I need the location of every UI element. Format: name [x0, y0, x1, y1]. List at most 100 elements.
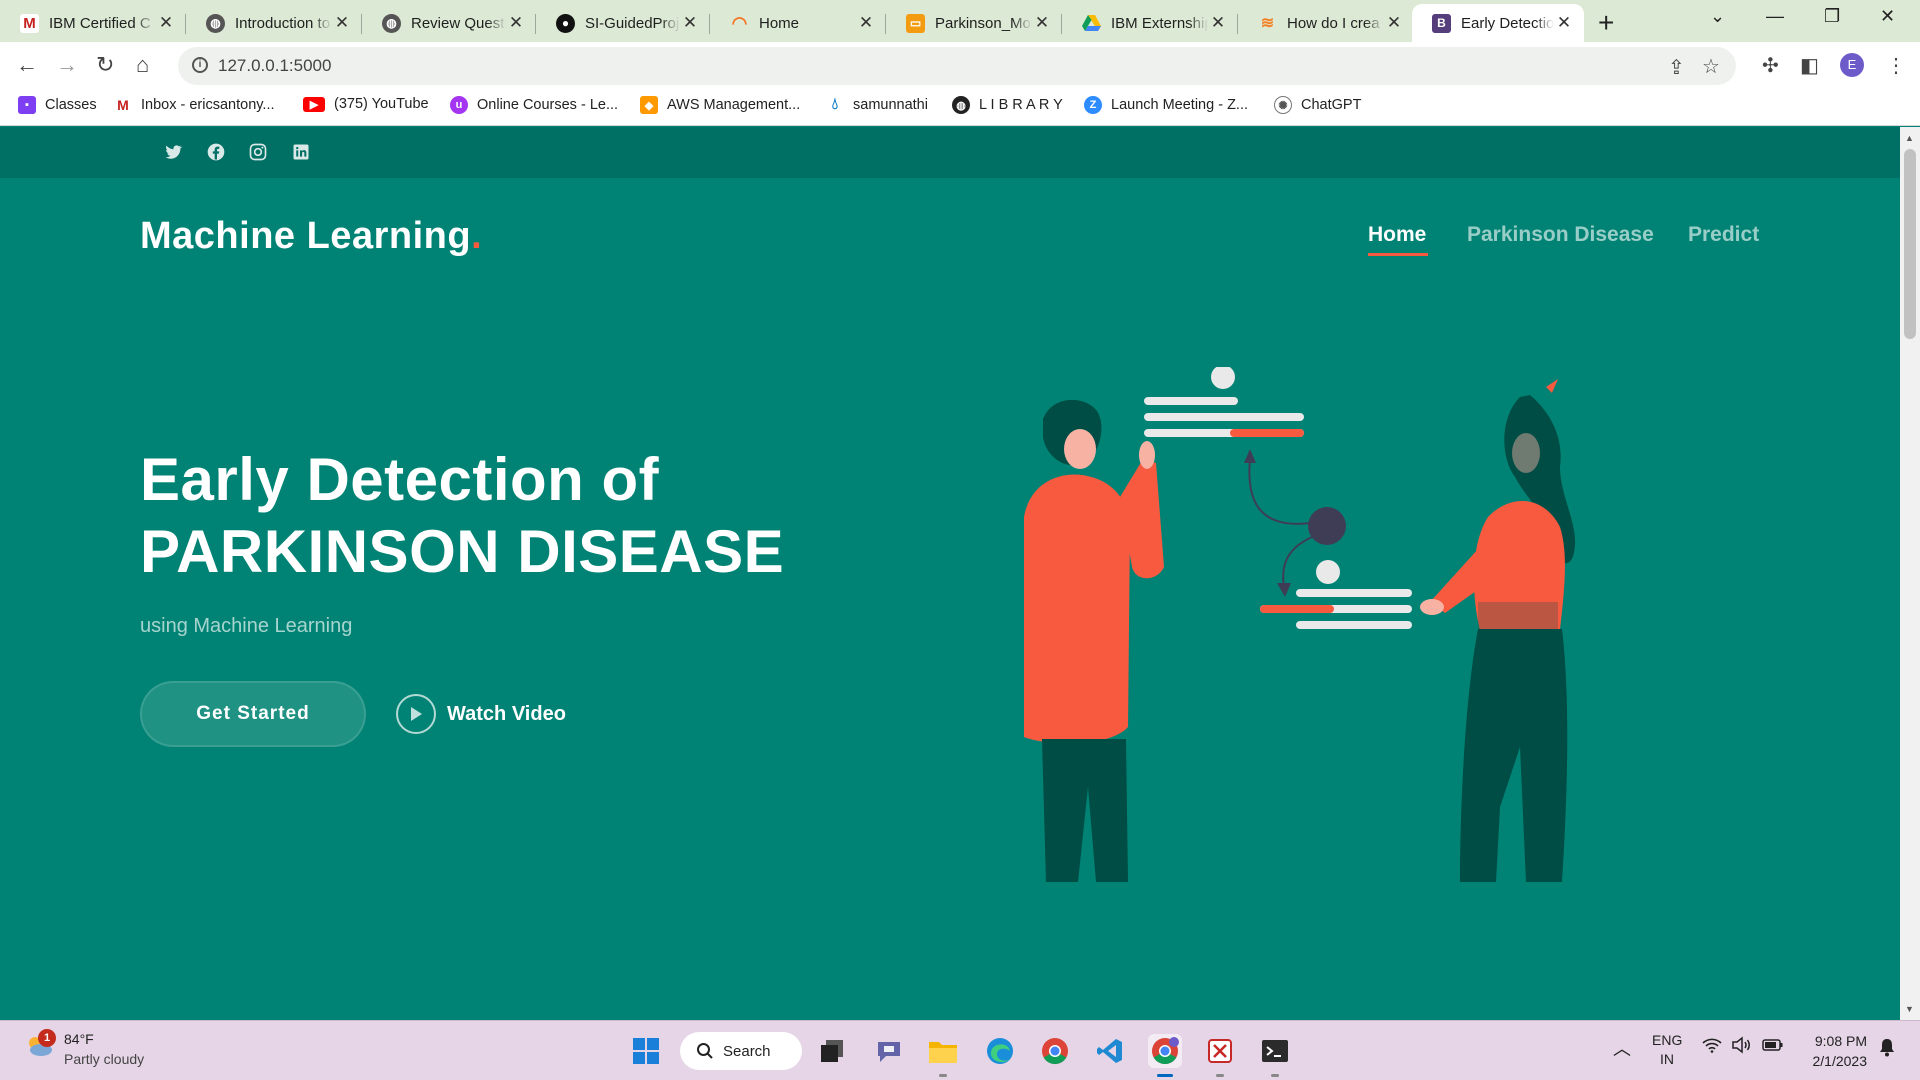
close-icon[interactable]: ✕: [1384, 13, 1404, 33]
tab-introduction[interactable]: ◍ Introduction to ✕: [186, 4, 362, 42]
tab-title: Home: [759, 14, 800, 32]
jupyter-icon: ◠: [731, 12, 748, 33]
site-logo[interactable]: Machine Learning.: [140, 215, 482, 258]
extensions-icon[interactable]: ✣: [1762, 53, 1779, 78]
wifi-icon[interactable]: [1702, 1037, 1722, 1056]
bookmark-star-icon[interactable]: ☆: [1702, 54, 1720, 79]
tab-strip: M IBM Certified C ✕ ◍ Introduction to ✕ …: [0, 0, 1920, 42]
bookmark-library[interactable]: ◍ L I B R A R Y: [952, 96, 1063, 114]
share-icon[interactable]: ⇪: [1668, 55, 1685, 80]
tab-how-do-i-create[interactable]: ≋ How do I crea ✕: [1238, 4, 1414, 42]
bookmark-chatgpt[interactable]: ✺ ChatGPT: [1274, 96, 1361, 114]
start-icon[interactable]: [629, 1034, 663, 1068]
side-panel-icon[interactable]: ◧: [1800, 53, 1819, 78]
close-icon[interactable]: ✕: [856, 13, 876, 33]
aws-icon: ◆: [640, 96, 658, 114]
edge-icon[interactable]: [983, 1034, 1017, 1068]
url-text[interactable]: 127.0.0.1:5000: [218, 56, 331, 76]
file-explorer-icon[interactable]: [926, 1034, 960, 1077]
nav-home[interactable]: Home: [1368, 223, 1426, 247]
bookmark-youtube[interactable]: ▶ (375) YouTube: [303, 96, 429, 112]
scrollbar-thumb[interactable]: [1904, 149, 1916, 339]
close-icon[interactable]: ✕: [332, 13, 352, 33]
profile-avatar[interactable]: E: [1840, 53, 1864, 77]
snipping-tool-icon[interactable]: [1203, 1034, 1237, 1077]
tab-title: Review Questi: [411, 14, 506, 32]
tab-early-detection[interactable]: B Early Detectio ✕: [1412, 4, 1584, 42]
close-icon[interactable]: ✕: [1032, 13, 1052, 33]
notifications-bell-icon[interactable]: [1878, 1037, 1896, 1060]
tab-home[interactable]: ◠ Home ✕: [710, 4, 886, 42]
back-icon[interactable]: ←: [16, 52, 38, 78]
bookmark-samunnathi[interactable]: 💧︎ samunnathi: [826, 96, 928, 114]
vscode-icon[interactable]: [1093, 1034, 1127, 1068]
hero-subtitle: using Machine Learning: [140, 615, 353, 637]
kebab-menu-icon[interactable]: ⋮: [1886, 53, 1906, 78]
task-view-icon[interactable]: [815, 1034, 849, 1068]
tab-title: How do I crea: [1287, 14, 1380, 32]
minimize-icon[interactable]: —: [1766, 6, 1784, 27]
close-icon[interactable]: ✕: [506, 13, 526, 33]
weather-temp: 84°F: [64, 1031, 94, 1047]
hero-illustration: [1024, 367, 1576, 882]
chatgpt-icon: ✺: [1274, 96, 1292, 114]
facebook-icon[interactable]: [206, 142, 226, 162]
site-info-icon[interactable]: i: [192, 57, 208, 73]
restore-icon[interactable]: ❐: [1824, 6, 1840, 27]
youtube-icon: ▶: [303, 96, 325, 112]
windows-taskbar: 1 84°F Partly cloudy Search ︿ ENG IN 9:0…: [0, 1020, 1920, 1080]
close-icon[interactable]: ✕: [156, 13, 176, 33]
tab-ibm-externship[interactable]: IBM Externship ✕: [1062, 4, 1238, 42]
window-close-icon[interactable]: ✕: [1880, 6, 1895, 27]
language-indicator[interactable]: ENG IN: [1652, 1031, 1682, 1069]
tab-si-guidedproject[interactable]: ● SI-GuidedProje ✕: [536, 4, 710, 42]
play-icon: [396, 694, 436, 734]
watch-video-button[interactable]: Watch Video: [396, 693, 566, 735]
close-icon[interactable]: ✕: [1208, 13, 1228, 33]
volume-icon[interactable]: [1732, 1036, 1752, 1057]
close-icon[interactable]: ✕: [1554, 13, 1574, 33]
hero-title-line1: Early Detection of: [140, 446, 660, 513]
zoom-icon: Z: [1084, 96, 1102, 114]
address-bar[interactable]: i 127.0.0.1:5000 ⇪ ☆: [178, 47, 1736, 85]
forward-icon[interactable]: →: [56, 52, 78, 78]
battery-icon[interactable]: [1762, 1036, 1784, 1057]
stackoverflow-icon: ≋: [1260, 15, 1275, 32]
teams-chat-icon[interactable]: [872, 1034, 906, 1068]
tab-search-chevron-icon[interactable]: ⌄: [1710, 6, 1725, 27]
gmail-icon: M: [20, 13, 39, 33]
notebook-icon: ▭: [906, 13, 925, 33]
bookmark-online-courses[interactable]: u Online Courses - Le...: [450, 96, 618, 114]
system-clock[interactable]: 9:08 PM 2/1/2023: [1805, 1031, 1868, 1071]
taskbar-search[interactable]: Search: [680, 1032, 802, 1070]
twitter-icon[interactable]: [163, 142, 183, 162]
scroll-up-icon[interactable]: ▲: [1905, 133, 1914, 143]
google-drive-icon: [1082, 14, 1101, 33]
bookmark-aws[interactable]: ◆ AWS Management...: [640, 96, 800, 114]
bookmark-classes[interactable]: ▪ Classes: [18, 96, 97, 114]
nav-parkinson-disease[interactable]: Parkinson Disease: [1467, 223, 1654, 247]
bookmark-launch-meeting[interactable]: Z Launch Meeting - Z...: [1084, 96, 1248, 114]
tab-ibm-certified[interactable]: M IBM Certified C ✕: [0, 4, 186, 42]
globe-icon: ◍: [206, 13, 225, 33]
chrome-profile-icon[interactable]: [1148, 1034, 1182, 1077]
scroll-down-icon[interactable]: ▼: [1905, 1004, 1914, 1014]
tab-review-questions[interactable]: ◍ Review Questi ✕: [362, 4, 536, 42]
close-icon[interactable]: ✕: [680, 13, 700, 33]
search-icon: [697, 1043, 713, 1059]
bookmarks-bar: ▪ Classes M Inbox - ericsantony... ▶ (375) …: [0, 88, 1920, 126]
instagram-icon[interactable]: [248, 142, 268, 162]
reload-icon[interactable]: ↻: [96, 52, 114, 78]
chrome-icon[interactable]: [1038, 1034, 1072, 1068]
bootstrap-icon: B: [1432, 13, 1451, 33]
tab-parkinson-model[interactable]: ▭ Parkinson_Mo ✕: [886, 4, 1062, 42]
linkedin-icon[interactable]: [291, 142, 311, 162]
show-hidden-icons-chevron-icon[interactable]: ︿: [1613, 1035, 1631, 1061]
nav-predict[interactable]: Predict: [1688, 223, 1759, 247]
new-tab-button[interactable]: +: [1598, 7, 1614, 39]
terminal-icon[interactable]: [1258, 1034, 1292, 1077]
page-scrollbar[interactable]: ▲ ▼: [1900, 127, 1920, 1020]
get-started-button[interactable]: Get Started: [140, 681, 366, 747]
home-icon[interactable]: ⌂: [136, 52, 149, 78]
bookmark-inbox[interactable]: M Inbox - ericsantony...: [114, 96, 275, 114]
